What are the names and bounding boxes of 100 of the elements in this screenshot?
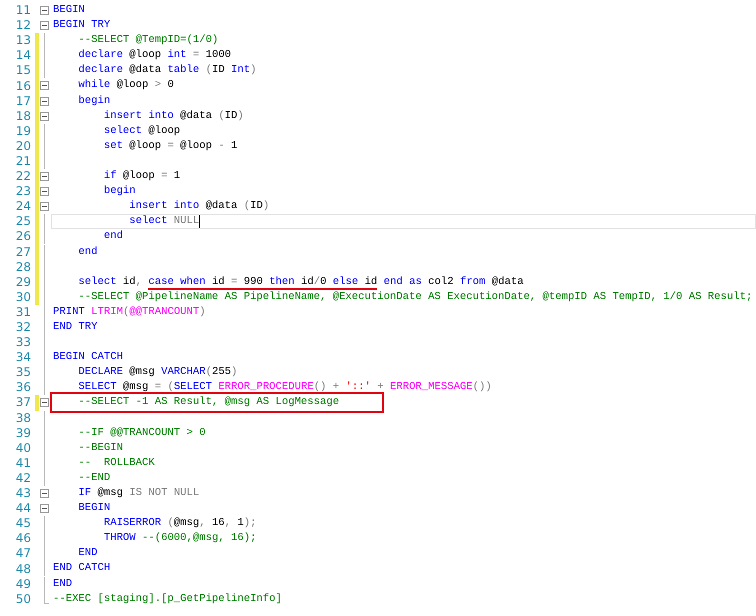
keyword: set bbox=[102, 138, 123, 154]
line-number: 30 bbox=[14, 290, 31, 305]
keyword: table bbox=[167, 63, 200, 78]
line-number: 28 bbox=[14, 260, 31, 275]
code-text: @data bbox=[204, 199, 238, 214]
line-number: 19 bbox=[14, 124, 31, 139]
code-text: @msg bbox=[96, 486, 124, 501]
function-name: LTRIM bbox=[91, 304, 123, 320]
operator: + bbox=[376, 380, 385, 396]
code-text: 0 bbox=[166, 78, 174, 94]
keyword: END CATCH bbox=[53, 561, 110, 576]
keyword: BEGIN bbox=[77, 501, 110, 516]
code-text: @msg bbox=[122, 380, 150, 396]
comment-text: --SELECT @TempID=(1/0) bbox=[77, 33, 218, 48]
comment-text: --BEGIN bbox=[77, 440, 123, 456]
code-text: @msg bbox=[128, 365, 156, 380]
operator: , bbox=[199, 516, 207, 532]
line-number: 40 bbox=[14, 440, 31, 456]
line-number: 36 bbox=[14, 380, 31, 396]
line-number: 20 bbox=[14, 138, 31, 154]
keyword: else bbox=[332, 274, 358, 290]
keyword: RAISERROR bbox=[102, 516, 162, 532]
operator: > bbox=[154, 78, 162, 94]
code-text: @loop bbox=[116, 78, 150, 94]
line-number: 26 bbox=[14, 229, 31, 244]
keyword: int bbox=[167, 48, 187, 64]
operator: () + bbox=[314, 380, 340, 396]
keyword: insert into bbox=[128, 199, 200, 214]
operator: ) bbox=[237, 108, 244, 124]
string-literal: '::' bbox=[345, 380, 371, 396]
comment-text: -- ROLLBACK bbox=[77, 456, 155, 471]
keyword: end bbox=[102, 229, 123, 244]
operator: ( bbox=[122, 304, 130, 320]
line-number: 48 bbox=[14, 562, 31, 577]
line-number: 27 bbox=[14, 244, 31, 260]
line-number: 23 bbox=[14, 184, 31, 200]
operator: ( bbox=[218, 108, 225, 124]
code-text: @data bbox=[490, 274, 524, 290]
keyword: PRINT bbox=[53, 304, 86, 320]
line-number: 15 bbox=[14, 63, 31, 78]
keyword: VARCHAR bbox=[161, 365, 206, 380]
comment-text: --IF @@TRANCOUNT > 0 bbox=[77, 426, 206, 441]
operator: ( bbox=[244, 199, 250, 214]
line-number: 14 bbox=[14, 48, 31, 64]
operator: ()) bbox=[472, 380, 492, 396]
operator: - bbox=[218, 138, 225, 154]
code-text: 1000 bbox=[204, 48, 232, 64]
operator: ( bbox=[206, 63, 212, 78]
keyword: THROW bbox=[102, 531, 137, 546]
keyword: then bbox=[269, 274, 295, 290]
function-name: ERROR_MESSAGE bbox=[390, 380, 473, 396]
operator: = ( bbox=[154, 380, 174, 396]
operator: ) bbox=[231, 365, 238, 380]
keyword: declare bbox=[77, 48, 123, 64]
line-number: 11 bbox=[14, 3, 31, 18]
keyword: select bbox=[77, 274, 117, 290]
line-number: 25 bbox=[14, 214, 31, 230]
line-number: 18 bbox=[14, 108, 31, 124]
keyword: end bbox=[77, 244, 98, 260]
line-number: 35 bbox=[14, 365, 31, 380]
operator: = bbox=[231, 274, 238, 290]
code-text: id bbox=[358, 274, 378, 290]
keyword: case when bbox=[148, 274, 206, 290]
keyword: begin bbox=[102, 184, 136, 200]
code-text: @loop bbox=[179, 138, 213, 154]
code-text: 1 bbox=[172, 169, 180, 184]
keyword: insert into bbox=[102, 108, 174, 124]
line-number: 41 bbox=[14, 456, 31, 471]
comment-text: --SELECT -1 AS Result, @msg AS LogMessage bbox=[77, 395, 340, 410]
code-text: ID bbox=[212, 63, 226, 78]
keyword: end as bbox=[382, 274, 422, 290]
line-number: 50 bbox=[14, 592, 31, 607]
keyword: DECLARE bbox=[77, 365, 123, 380]
keyword: SELECT bbox=[77, 380, 117, 396]
keyword: SELECT bbox=[174, 380, 213, 396]
line-number: 38 bbox=[14, 410, 31, 426]
comment-text: --SELECT @PipelineName AS PipelineName, @ExecutionDate AS ExecutionDate, @tempID AS TempID, 1/0 AS Result; bbox=[77, 290, 752, 305]
code-text: 1 bbox=[237, 516, 244, 532]
keyword: if bbox=[102, 169, 117, 184]
function-name: @@TRANCOUNT bbox=[129, 304, 200, 320]
code-text: 990 bbox=[237, 274, 270, 290]
keyword: begin bbox=[77, 94, 110, 109]
keyword: END bbox=[53, 576, 72, 592]
keyword: BEGIN bbox=[53, 3, 85, 18]
operator: IS NOT NULL bbox=[129, 486, 200, 501]
operator: ( bbox=[167, 516, 174, 532]
line-number: 32 bbox=[14, 320, 31, 336]
code-text: id bbox=[206, 274, 232, 290]
keyword: END bbox=[77, 546, 98, 562]
line-number: 16 bbox=[14, 78, 31, 94]
comment-text: --EXEC [staging].[p_GetPipelineInfo] bbox=[53, 592, 282, 607]
comment-text: --END bbox=[77, 470, 110, 486]
code-text: 0 bbox=[320, 274, 333, 290]
operator: NULL bbox=[172, 215, 200, 228]
operator: ( bbox=[206, 365, 212, 380]
keyword: BEGIN TRY bbox=[53, 18, 110, 34]
code-text: @data bbox=[179, 108, 213, 124]
code-text: @loop bbox=[147, 124, 180, 139]
code-text: ID bbox=[250, 199, 263, 214]
operator: = bbox=[192, 48, 200, 64]
